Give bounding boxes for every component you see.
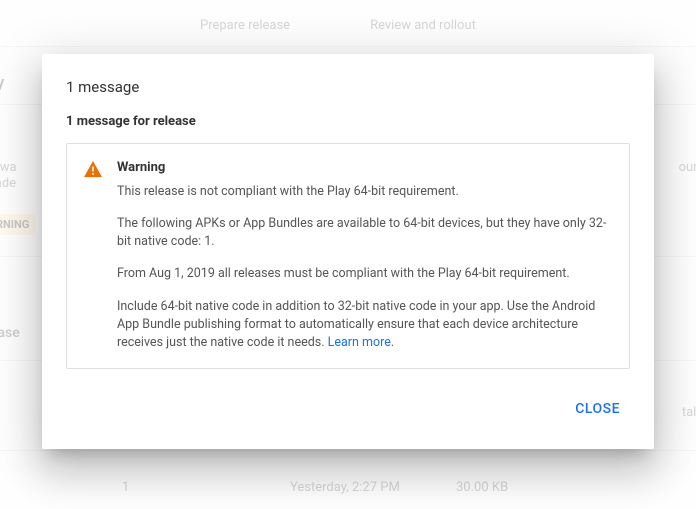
warning-paragraph: The following APKs or App Bundles are av… xyxy=(117,215,613,251)
messages-dialog: 1 message 1 message for release Warning … xyxy=(42,54,654,449)
warning-content: Warning This release is not compliant wi… xyxy=(117,160,613,352)
warning-paragraph: This release is not compliant with the P… xyxy=(117,183,613,201)
dialog-title: 1 message xyxy=(66,78,630,96)
warning-paragraph: Include 64-bit native code in addition t… xyxy=(117,298,613,352)
warning-icon xyxy=(83,160,103,352)
warning-paragraph: From Aug 1, 2019 all releases must be co… xyxy=(117,265,613,283)
warning-heading: Warning xyxy=(117,160,613,175)
learn-more-link[interactable]: Learn more xyxy=(328,335,391,350)
dialog-actions: CLOSE xyxy=(66,393,630,425)
close-button[interactable]: CLOSE xyxy=(565,393,630,425)
warning-message-box: Warning This release is not compliant wi… xyxy=(66,143,630,369)
dialog-subtitle: 1 message for release xyxy=(66,114,630,129)
